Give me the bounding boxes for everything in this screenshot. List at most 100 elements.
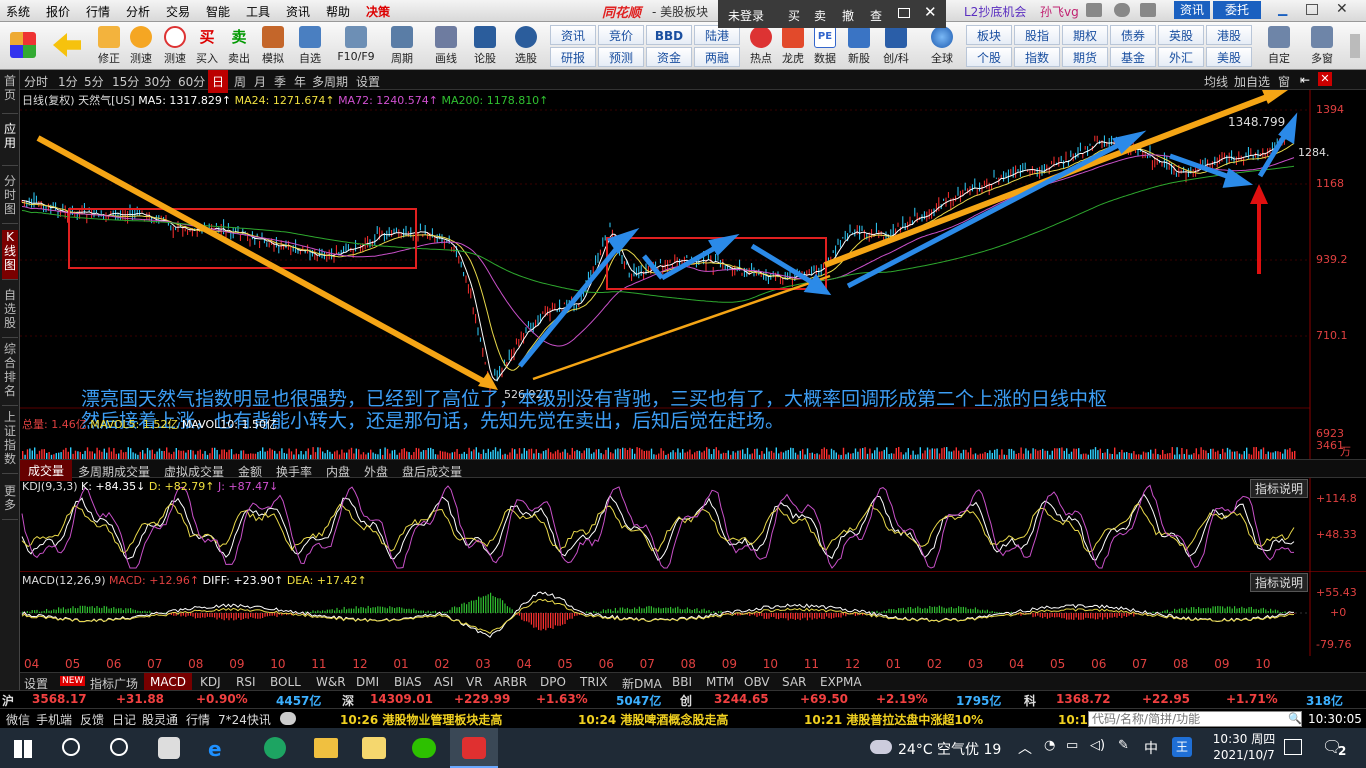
indicator-bias[interactable]: BIAS <box>394 675 422 689</box>
indicator-sar[interactable]: SAR <box>782 675 806 689</box>
indicator-obv[interactable]: OBV <box>744 675 770 689</box>
period-multi[interactable]: 多周期 <box>312 73 348 90</box>
period-30m[interactable]: 30分 <box>144 73 171 90</box>
tonghuashun-taskbar-button[interactable] <box>450 728 498 768</box>
toolbar-fix-button[interactable]: 修正 <box>92 24 126 68</box>
period-settings[interactable]: 设置 <box>356 73 380 90</box>
right-futures-button[interactable]: 期货 <box>1062 47 1108 67</box>
toolbar-sell-button[interactable]: 卖卖出 <box>222 24 256 68</box>
ma-button[interactable]: 均线 <box>1204 73 1228 90</box>
chart-close-icon[interactable]: ✕ <box>1318 72 1332 86</box>
user-icon[interactable] <box>1114 3 1130 17</box>
quick-sell-button[interactable]: 卖 <box>814 7 826 24</box>
indicator-kdj[interactable]: KDJ <box>200 675 221 689</box>
right-stock-button[interactable]: 个股 <box>966 47 1012 67</box>
right-fund-button[interactable]: 基金 <box>1110 47 1156 67</box>
index-sz-name[interactable]: 深 <box>342 692 354 709</box>
taskbar-date[interactable]: 2021/10/7 <box>1204 748 1284 762</box>
index-cy-name[interactable]: 创 <box>680 692 692 709</box>
fullscreen-icon[interactable]: ⇤ <box>1300 73 1310 87</box>
kline-chart[interactable]: 日线(复权) 天然气[US] MA5: 1317.829↑ MA24: 1271… <box>20 90 1366 432</box>
weather-text[interactable]: 24°C 空气优 19 <box>898 739 1001 759</box>
quick-hk-connect-button[interactable]: 陆港 <box>694 25 740 45</box>
menu-quote[interactable]: 报价 <box>46 3 70 20</box>
period-15m[interactable]: 15分 <box>112 73 139 90</box>
toolbar-back-button[interactable] <box>50 24 84 68</box>
ime-app-icon[interactable]: 王 <box>1172 737 1192 757</box>
toolbar-speed-button[interactable]: 测速 <box>124 24 158 68</box>
add-watch-button[interactable]: 加自选 <box>1234 73 1270 90</box>
menu-decision[interactable]: 决策 <box>366 3 390 20</box>
index-sh-name[interactable]: 沪 <box>2 692 14 709</box>
nav-ranking[interactable]: 综合排名 <box>2 342 18 406</box>
toolbar-hot-button[interactable]: 热点 <box>744 24 778 68</box>
indicator-mtm[interactable]: MTM <box>706 675 734 689</box>
toolbar-period-button[interactable]: 周期 <box>382 24 422 68</box>
right-sector-button[interactable]: 板块 <box>966 25 1012 45</box>
menu-help[interactable]: 帮助 <box>326 3 350 20</box>
toolbar-ipo-button[interactable]: 新股 <box>842 24 876 68</box>
toolbar-grid-button[interactable] <box>6 24 40 68</box>
flash-news-link[interactable]: 7*24快讯 <box>212 710 277 730</box>
indicator-dmi[interactable]: DMI <box>356 675 379 689</box>
trust-button[interactable]: 委托 <box>1213 1 1261 19</box>
quick-margin-button[interactable]: 两融 <box>694 47 740 67</box>
ime-indicator[interactable]: 中 <box>1144 738 1158 758</box>
nav-watchlist[interactable]: 自选股 <box>2 288 18 338</box>
wechat-icon[interactable] <box>412 738 436 758</box>
close-icon[interactable]: ✕ <box>924 3 937 21</box>
menu-tools[interactable]: 工具 <box>246 3 270 20</box>
indicator-bbi[interactable]: BBI <box>672 675 692 689</box>
nav-timeshare[interactable]: 分时图 <box>2 174 18 224</box>
menu-news[interactable]: 资讯 <box>286 3 310 20</box>
quick-fund-button[interactable]: 资金 <box>646 47 692 67</box>
kdj-help-button[interactable]: 指标说明 <box>1250 479 1309 498</box>
minimize-icon[interactable]: ▁ <box>1278 2 1287 16</box>
menu-market[interactable]: 行情 <box>86 3 110 20</box>
quick-cancel-button[interactable]: 撤 <box>842 7 854 24</box>
l2-promo-link[interactable]: L2抄底机会 <box>964 3 1026 20</box>
indicator-asi[interactable]: ASI <box>434 675 453 689</box>
quick-research-button[interactable]: 研报 <box>550 47 596 67</box>
tray-up-icon[interactable]: ︿ <box>1018 738 1032 758</box>
quick-buy-button[interactable]: 买 <box>788 7 800 24</box>
action-center-icon[interactable] <box>1284 739 1302 755</box>
login-status[interactable]: 未登录 <box>728 7 764 24</box>
cortana-icon[interactable] <box>110 738 128 756</box>
toolbar-custom-button[interactable]: 自定 <box>1262 24 1296 68</box>
market-link[interactable]: 行情 <box>180 710 216 730</box>
toolbar-buy-button[interactable]: 买买入 <box>190 24 224 68</box>
app-close-icon[interactable]: ✕ <box>1336 1 1348 17</box>
toolbar-discuss-button[interactable]: 论股 <box>468 24 502 68</box>
mobile-link[interactable]: 手机端 <box>30 710 78 730</box>
menu-system[interactable]: 系统 <box>6 3 30 20</box>
toolbar-f10-button[interactable]: F10/F9 <box>334 24 378 68</box>
maximize-icon[interactable] <box>1306 4 1318 15</box>
indicator-expma[interactable]: EXPMA <box>820 675 862 689</box>
nav-apps[interactable]: 应用 <box>2 122 18 166</box>
shirt-icon[interactable] <box>1140 3 1156 17</box>
news-item-2[interactable]: 10:24 港股啤酒概念股走高 <box>572 710 734 730</box>
macd-help-button[interactable]: 指标说明 <box>1250 573 1309 592</box>
period-1m[interactable]: 1分 <box>58 73 78 90</box>
app-icon[interactable] <box>158 737 180 759</box>
right-hk-button[interactable]: 港股 <box>1206 25 1252 45</box>
toolbar-select-button[interactable]: 选股 <box>506 24 546 68</box>
news-item-1[interactable]: 10:26 港股物业管理板块走高 <box>334 710 508 730</box>
toolbar-chuang-button[interactable]: 创/科 <box>876 24 916 68</box>
indicator-wr[interactable]: W&R <box>316 675 346 689</box>
restore-icon[interactable] <box>898 8 910 18</box>
quick-query-button[interactable]: 查 <box>870 7 882 24</box>
menu-smart[interactable]: 智能 <box>206 3 230 20</box>
battery-icon[interactable]: ▭ <box>1066 738 1078 753</box>
notes-icon[interactable] <box>362 737 386 759</box>
volume-icon[interactable]: ◁) <box>1090 738 1105 753</box>
period-season[interactable]: 季 <box>274 73 286 90</box>
pen-icon[interactable]: ✎ <box>1118 738 1129 753</box>
menu-analysis[interactable]: 分析 <box>126 3 150 20</box>
indicator-boll[interactable]: BOLL <box>270 675 301 689</box>
folder-icon[interactable] <box>314 738 338 758</box>
indicator-vr[interactable]: VR <box>466 675 483 689</box>
toolbar-data-button[interactable]: PE 数据 <box>808 24 842 68</box>
toolbar-expand-icon[interactable] <box>1350 34 1360 58</box>
